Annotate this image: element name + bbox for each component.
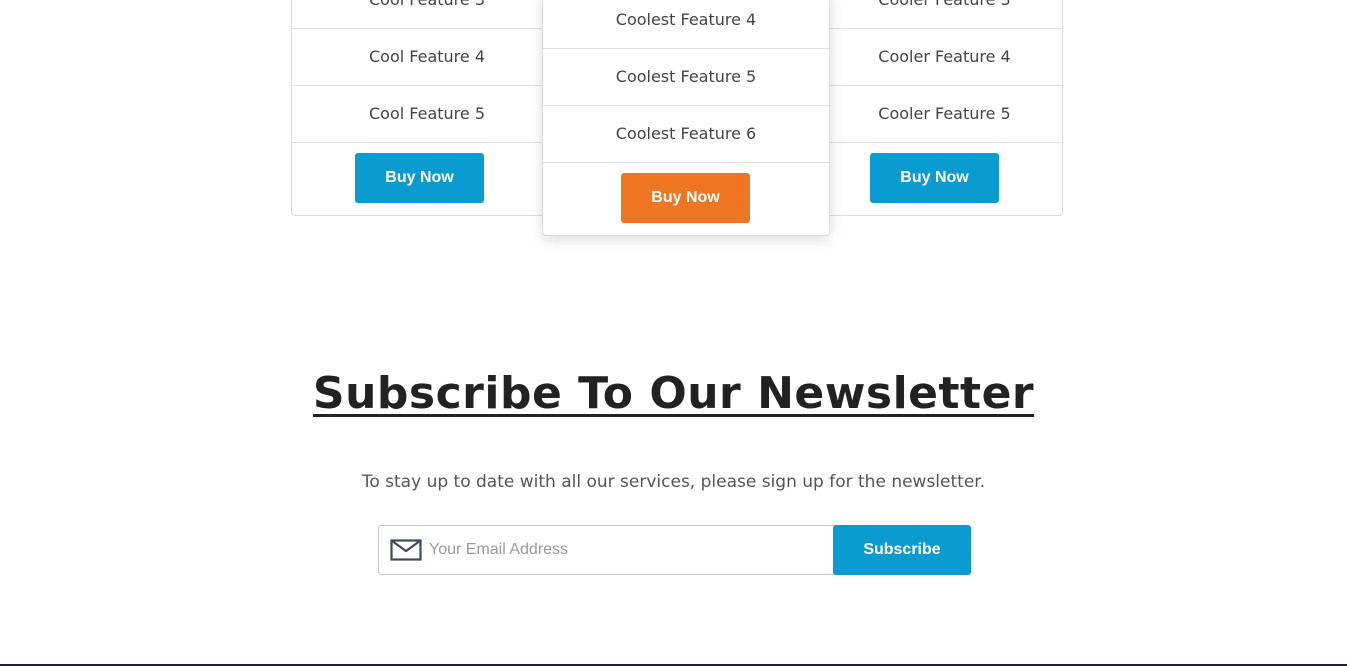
email-field-wrapper [378, 525, 848, 575]
feature-item: Cooler Feature 5 [809, 85, 1062, 143]
newsletter-title-text: Subscribe To Our Newsletter [312, 368, 1035, 419]
feature-item: Cooler Feature 3 [809, 0, 1062, 29]
buy-now-button[interactable]: Buy Now [355, 153, 484, 203]
pricing-card-cool: Cool Feature 3 Cool Feature 4 Cool Featu… [291, 0, 563, 216]
feature-item: Coolest Feature 4 [543, 0, 829, 49]
feature-item: Cool Feature 5 [292, 85, 562, 143]
newsletter-title: Subscribe To Our Newsletter [0, 368, 1347, 419]
buy-now-button[interactable]: Buy Now [870, 153, 999, 203]
buy-now-button-featured[interactable]: Buy Now [621, 173, 750, 223]
page: Cool Feature 3 Cool Feature 4 Cool Featu… [0, 0, 1347, 666]
feature-item: Cool Feature 4 [292, 28, 562, 86]
pricing-card-cooler: Cooler Feature 3 Cooler Feature 4 Cooler… [808, 0, 1063, 216]
newsletter-form: Subscribe [378, 525, 971, 575]
feature-item: Coolest Feature 5 [543, 48, 829, 106]
feature-item: Cool Feature 3 [292, 0, 562, 29]
pricing-card-coolest: Coolest Feature 4 Coolest Feature 5 Cool… [542, 0, 830, 236]
newsletter-subtitle: To stay up to date with all our services… [361, 472, 986, 492]
feature-item: Cooler Feature 4 [809, 28, 1062, 86]
feature-item: Coolest Feature 6 [543, 105, 829, 163]
email-input[interactable] [429, 527, 829, 573]
envelope-icon [390, 539, 422, 561]
subscribe-button[interactable]: Subscribe [833, 525, 971, 575]
